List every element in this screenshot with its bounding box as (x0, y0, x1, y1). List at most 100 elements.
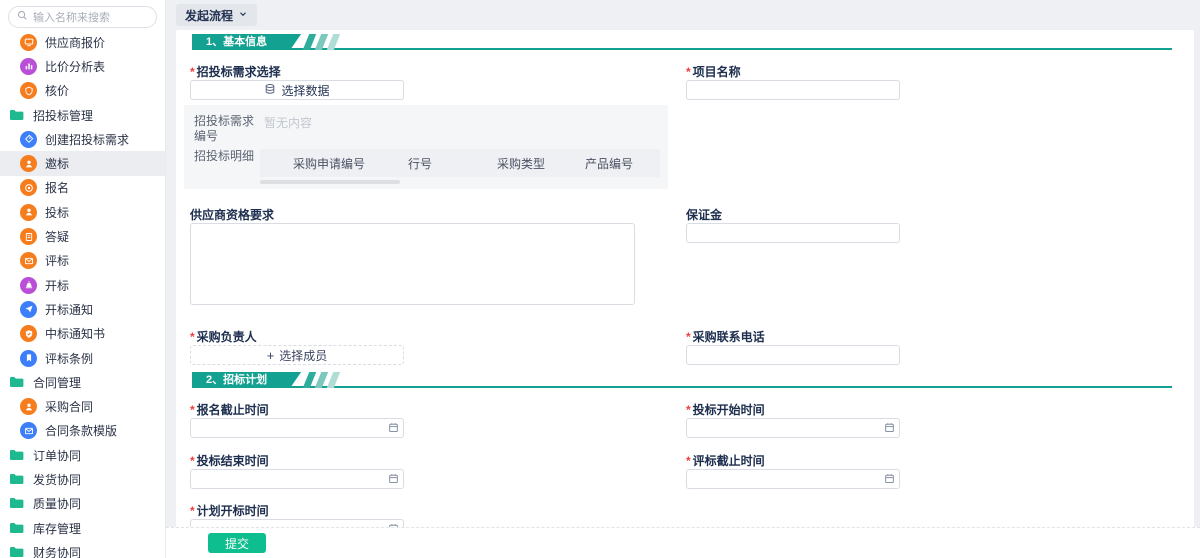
sidebar-item-label: 财务协同 (33, 545, 82, 558)
sidebar-item-label: 招投标管理 (33, 108, 94, 123)
launch-process-button[interactable]: 发起流程 (176, 4, 258, 26)
field-label: 计划开标时间 (190, 504, 404, 519)
contact-phone-input[interactable] (686, 345, 900, 365)
sidebar-item-label: 投标 (45, 205, 70, 220)
sidebar-item[interactable]: 评标条例 (0, 346, 165, 370)
field-bid-requirement-select: 招投标需求选择 选择数据 (190, 65, 404, 100)
sidebar-item[interactable]: 评标 (0, 249, 165, 273)
section-basic-info-header: 1、基本信息 (192, 34, 1172, 50)
folder-icon (9, 449, 25, 462)
sidebar-item-label: 答疑 (45, 230, 70, 245)
mail-icon (20, 422, 37, 440)
sidebar-item-label: 邀标 (45, 157, 70, 172)
sidebar-item[interactable]: 采购合同 (0, 394, 165, 418)
sidebar-item[interactable]: 开标 (0, 273, 165, 297)
shield-check-icon (20, 325, 37, 343)
bid-start-time-input[interactable] (686, 418, 900, 438)
sidebar-item-label: 评标 (45, 254, 70, 269)
sidebar-item-label: 评标条例 (45, 351, 94, 366)
section-title: 2、招标计划 (192, 372, 301, 388)
choose-member-button[interactable]: + 选择成员 (190, 345, 404, 365)
sidebar-item[interactable]: 投标 (0, 200, 165, 224)
sidebar-item[interactable]: 招投标管理 (0, 103, 165, 127)
sidebar-item[interactable]: 财务协同 (0, 540, 165, 558)
section-underline (192, 48, 1172, 50)
section-title: 1、基本信息 (192, 34, 301, 50)
sidebar-menu: 供应商报价 比价分析表核价招投标管理创建招投标需求 邀标报名投标答疑评标开标开标通知… (0, 30, 165, 558)
sidebar-item[interactable]: 供应商报价 (0, 30, 165, 54)
folder-icon (9, 522, 25, 535)
search-icon (17, 10, 28, 24)
deposit-input[interactable] (686, 223, 900, 243)
field-project-name: 项目名称 (686, 65, 900, 100)
sidebar-item-label: 开标 (45, 278, 70, 293)
sidebar-item[interactable]: 报名 (0, 176, 165, 200)
sidebar-item[interactable]: 创建招投标需求 (0, 127, 165, 151)
form-card: 1、基本信息 招投标需求选择 选择数据 项目名称 招投标需求编号 暂无内容 (176, 30, 1194, 558)
sidebar-item[interactable]: 订单协同 (0, 443, 165, 467)
field-label: 评标截止时间 (686, 454, 900, 469)
requirement-no-label: 招投标需求编号 (194, 114, 255, 143)
person-icon (20, 398, 37, 416)
document-icon (20, 228, 37, 246)
plus-icon: + (266, 347, 275, 363)
choose-member-label: 选择成员 (279, 348, 328, 363)
launch-process-label: 发起流程 (185, 8, 234, 23)
field-signup-deadline: 报名截止时间 (190, 403, 404, 438)
bar-chart-icon (20, 57, 37, 75)
field-label: 采购负责人 (190, 330, 404, 345)
sidebar-item-label: 采购合同 (45, 400, 94, 415)
select-data-button[interactable]: 选择数据 (190, 80, 404, 100)
submit-button[interactable]: 提交 (208, 533, 266, 553)
sidebar-item[interactable]: 核价 (0, 79, 165, 103)
sidebar-item[interactable]: 比价分析表 (0, 54, 165, 78)
signup-deadline-input[interactable] (190, 418, 404, 438)
table-header-cell: 采购类型 (497, 156, 546, 171)
sidebar-item-label: 订单协同 (33, 448, 82, 463)
field-label: 招投标需求选择 (190, 65, 404, 80)
field-bid-end-time: 投标结束时间 (190, 454, 404, 489)
field-contact-phone: 采购联系电话 (686, 330, 900, 365)
sidebar-item[interactable]: 质量协同 (0, 492, 165, 516)
sidebar-item-label: 核价 (45, 84, 70, 99)
bell-icon (20, 276, 37, 294)
mail-icon (20, 252, 37, 270)
sidebar-item[interactable]: 开标通知 (0, 297, 165, 321)
sidebar-search-input[interactable]: 输入名称来搜索 (8, 6, 157, 28)
form-footer: 提交 (166, 527, 1200, 558)
table-header-row: 采购申请编号 行号 采购类型 产品编号 (260, 149, 660, 177)
field-label: 保证金 (686, 208, 723, 222)
sidebar-item[interactable]: 合同条款模版 (0, 419, 165, 443)
field-eval-deadline: 评标截止时间 (686, 454, 900, 489)
field-supplier-qualification: 供应商资格要求 (190, 208, 635, 308)
sidebar-item[interactable]: 答疑 (0, 224, 165, 248)
project-name-input[interactable] (686, 80, 900, 100)
field-label: 采购联系电话 (686, 330, 900, 345)
horizontal-scrollbar[interactable] (260, 180, 400, 184)
sidebar-item[interactable]: 邀标 (0, 151, 165, 176)
target-icon (20, 179, 37, 197)
chevron-down-icon (238, 8, 248, 22)
field-deposit: 保证金 (686, 208, 900, 243)
sidebar-item[interactable]: 发货协同 (0, 467, 165, 491)
sidebar-item-label: 创建招投标需求 (45, 132, 130, 147)
sidebar-item-label: 发货协同 (33, 472, 82, 487)
main-area: 发起流程 1、基本信息 招投标需求选择 选择数据 项目名称 (166, 0, 1200, 558)
field-label: 报名截止时间 (190, 403, 404, 418)
select-data-label: 选择数据 (281, 83, 330, 98)
person-icon (20, 203, 37, 221)
requirement-info-panel: 招投标需求编号 暂无内容 招投标明细 采购申请编号 行号 采购类型 产品编号 (184, 105, 668, 189)
sidebar-item[interactable]: 中标通知书 (0, 322, 165, 346)
field-bid-start-time: 投标开始时间 (686, 403, 900, 438)
search-placeholder: 输入名称来搜索 (33, 12, 110, 24)
folder-icon (9, 546, 25, 558)
sidebar-item[interactable]: 库存管理 (0, 516, 165, 540)
sidebar-item-label: 开标通知 (45, 302, 94, 317)
supplier-qualification-textarea[interactable] (190, 223, 635, 305)
bid-end-time-input[interactable] (190, 469, 404, 489)
folder-icon (9, 473, 25, 486)
sidebar-item[interactable]: 合同管理 (0, 370, 165, 394)
eval-deadline-input[interactable] (686, 469, 900, 489)
field-label: 投标结束时间 (190, 454, 404, 469)
sidebar-item-label: 中标通知书 (45, 327, 106, 342)
